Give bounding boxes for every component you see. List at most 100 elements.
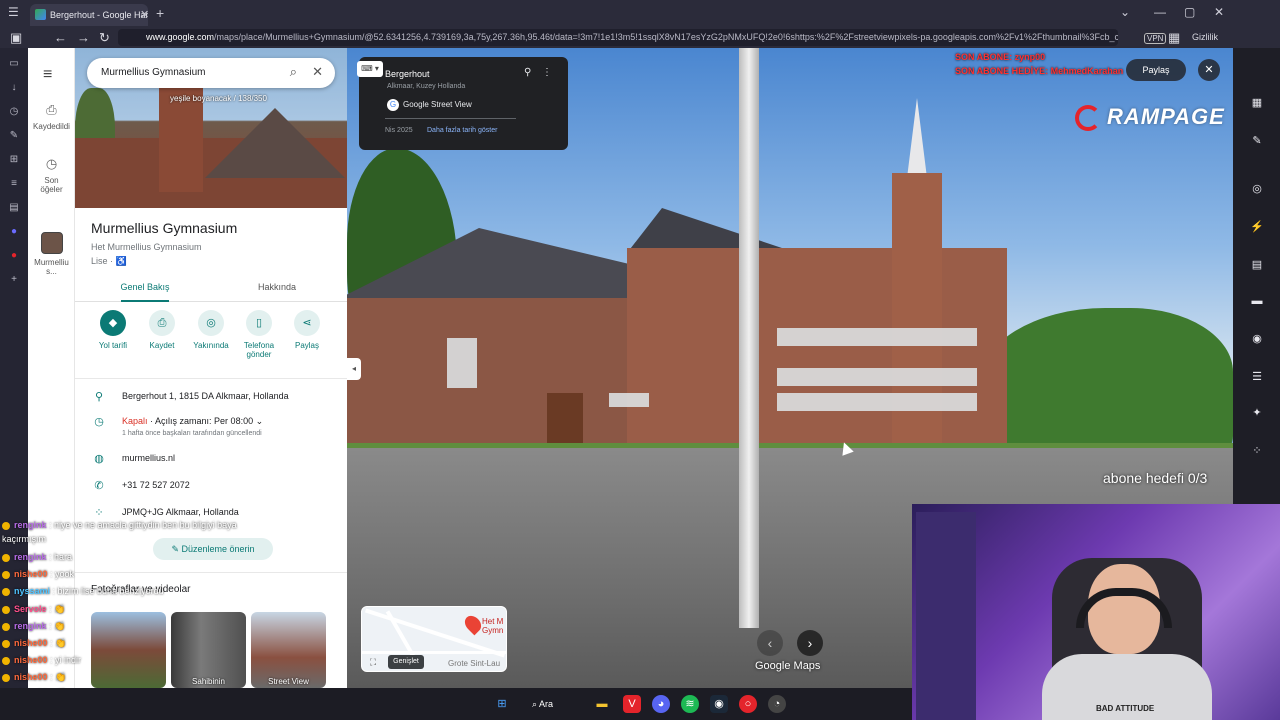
- minimize-icon[interactable]: —: [1154, 5, 1166, 19]
- location-pin-icon: ⚲: [94, 391, 104, 403]
- tab-overview[interactable]: Genel Bakış: [77, 282, 213, 302]
- capture-icon[interactable]: ◎: [1250, 182, 1264, 196]
- recent-label-1: Son: [44, 176, 59, 185]
- recent-place-button[interactable]: Murmelliu s...: [28, 232, 75, 276]
- phone-icon: ▯: [246, 310, 272, 336]
- sv-share-button[interactable]: Paylaş: [1126, 59, 1186, 81]
- window-panel-icon[interactable]: ▤: [8, 202, 20, 214]
- minimap[interactable]: Het M Gymn Grote Sint-Lau ⛶ Genişlet: [361, 606, 507, 672]
- address-bar[interactable]: www.google.com/maps/place/Murmellius+Gym…: [118, 29, 1118, 46]
- nearby-icon: ◎: [198, 310, 224, 336]
- new-tab-button[interactable]: +: [156, 5, 164, 21]
- maximize-icon[interactable]: ▢: [1184, 5, 1195, 19]
- building-left: [347, 298, 667, 458]
- prev-arrow-icon[interactable]: ‹: [757, 630, 783, 656]
- search-box[interactable]: Murmellius Gymnasium ⌕ ✕: [87, 58, 335, 88]
- discord-icon[interactable]: ◕: [652, 695, 670, 713]
- search-input[interactable]: Murmellius Gymnasium: [101, 67, 205, 78]
- share-button[interactable]: ⋖ Paylaş: [283, 310, 331, 350]
- chat-badge-icon: [2, 570, 10, 579]
- chat-badge-icon: [2, 622, 10, 631]
- divider: [385, 118, 516, 119]
- recent-place-label-2: s...: [46, 267, 57, 276]
- chat-message: Servole : 👏: [2, 604, 65, 615]
- cam-door: [916, 512, 976, 720]
- panels-icon[interactable]: ☰: [1250, 370, 1264, 384]
- apps-icon[interactable]: ⁘: [1250, 444, 1264, 458]
- mastodon-icon[interactable]: ●: [8, 226, 20, 238]
- extensions-icon[interactable]: ▦: [1168, 30, 1180, 46]
- private-label[interactable]: Gizlilik: [1192, 32, 1218, 42]
- chevron-down-icon[interactable]: ⌄: [256, 416, 264, 426]
- browser-menu-icon[interactable]: ☰: [8, 5, 19, 19]
- window-close-icon[interactable]: ✕: [1214, 5, 1224, 19]
- spotify-icon[interactable]: ≋: [681, 695, 699, 713]
- recent-place-label-1: Murmelliu: [34, 258, 69, 267]
- search-icon[interactable]: ⌕: [290, 64, 297, 80]
- reload-icon[interactable]: ↻: [99, 30, 110, 46]
- keyboard-icon[interactable]: ⌨ ▾: [357, 61, 383, 77]
- back-icon[interactable]: ←: [54, 30, 67, 45]
- phone-text[interactable]: +31 72 527 2072: [122, 480, 190, 490]
- send-to-phone-button[interactable]: ▯ Telefona gönder: [235, 310, 283, 359]
- browser-tabbar: ☰ Bergerhout - Google Harita ✕ + ⌄ — ▢ ✕: [0, 0, 1280, 28]
- chat-badge-icon: [2, 673, 10, 682]
- taskbar-search[interactable]: ⌕ Ara: [532, 695, 580, 713]
- save-button[interactable]: ⎙ Kaydet: [138, 310, 186, 350]
- windows-start-icon[interactable]: ⊞: [493, 695, 511, 713]
- vivaldi-taskbar-icon[interactable]: V: [623, 695, 641, 713]
- wrench-icon[interactable]: ✦: [1250, 406, 1264, 420]
- grid-icon[interactable]: ▦: [1250, 96, 1264, 110]
- steam-icon[interactable]: ◉: [710, 695, 728, 713]
- sv-close-button[interactable]: ✕: [1198, 59, 1220, 81]
- chat-message: nishe00 : 👏: [2, 672, 66, 683]
- clear-search-icon[interactable]: ✕: [312, 64, 323, 80]
- send-to-phone-label-1: Telefona: [243, 341, 275, 350]
- sv-source-label: Google Street View: [403, 100, 472, 109]
- tab-close-icon[interactable]: ✕: [140, 8, 149, 21]
- vpn-badge[interactable]: VPN: [1144, 33, 1167, 44]
- app-icon[interactable]: ○: [739, 695, 757, 713]
- more-dates-link[interactable]: Daha fazla tarih göster: [427, 127, 497, 134]
- bookmarks-icon[interactable]: ▭: [8, 58, 20, 70]
- downloads-icon[interactable]: ↓: [8, 82, 20, 94]
- chat-badge-icon: [2, 521, 10, 530]
- bolt-icon[interactable]: ⚡: [1250, 220, 1264, 234]
- tab-about[interactable]: Hakkında: [209, 282, 345, 292]
- expand-icon[interactable]: ⛶: [366, 655, 380, 669]
- collapse-panel-icon[interactable]: ◂: [347, 358, 361, 380]
- browser-tab[interactable]: Bergerhout - Google Harita: [30, 4, 148, 26]
- directions-button[interactable]: ◆ Yol tarifi: [89, 310, 137, 350]
- recent-button[interactable]: ◷ Son öğeler: [28, 156, 75, 194]
- tab-title: Bergerhout - Google Harita: [50, 10, 148, 20]
- vivaldi-icon[interactable]: ●: [8, 250, 20, 262]
- window: [447, 338, 477, 388]
- url-domain: www.google.com: [146, 32, 215, 42]
- entrance-door: [547, 393, 583, 448]
- broadcast-icon[interactable]: ◉: [1250, 332, 1264, 346]
- maps-menu-icon[interactable]: ≡: [43, 66, 52, 84]
- add-panel-icon[interactable]: +: [8, 274, 20, 286]
- saved-button[interactable]: ⎙ Kaydedildi: [28, 102, 75, 131]
- history-icon[interactable]: ◷: [8, 106, 20, 118]
- more-options-icon[interactable]: ⋮: [542, 67, 552, 78]
- obs-icon[interactable]: ◔: [768, 695, 786, 713]
- lamp-pole: [739, 48, 759, 628]
- status-note: 1 hafta önce başkaları tarafından güncel…: [122, 430, 262, 437]
- nearby-button[interactable]: ◎ Yakınında: [187, 310, 235, 350]
- sv-share-label: Paylaş: [1142, 65, 1170, 75]
- tab-list-icon[interactable]: ⌄: [1120, 5, 1130, 19]
- location-pin-icon[interactable]: ⚲: [524, 67, 531, 78]
- translate-icon[interactable]: ⊞: [8, 154, 20, 166]
- website-text[interactable]: murmellius.nl: [122, 453, 175, 463]
- pen-icon[interactable]: ✎: [1250, 134, 1264, 148]
- building-center: [627, 248, 1007, 458]
- chat-icon[interactable]: ▬: [1250, 294, 1264, 308]
- reading-list-icon[interactable]: ≡: [8, 178, 20, 190]
- forward-icon[interactable]: →: [77, 30, 90, 45]
- next-arrow-icon[interactable]: ›: [797, 630, 823, 656]
- page-icon[interactable]: ▤: [1250, 258, 1264, 272]
- file-explorer-icon[interactable]: ▬: [593, 695, 611, 713]
- panel-toggle-icon[interactable]: ▣: [10, 30, 22, 46]
- notes-icon[interactable]: ✎: [8, 130, 20, 142]
